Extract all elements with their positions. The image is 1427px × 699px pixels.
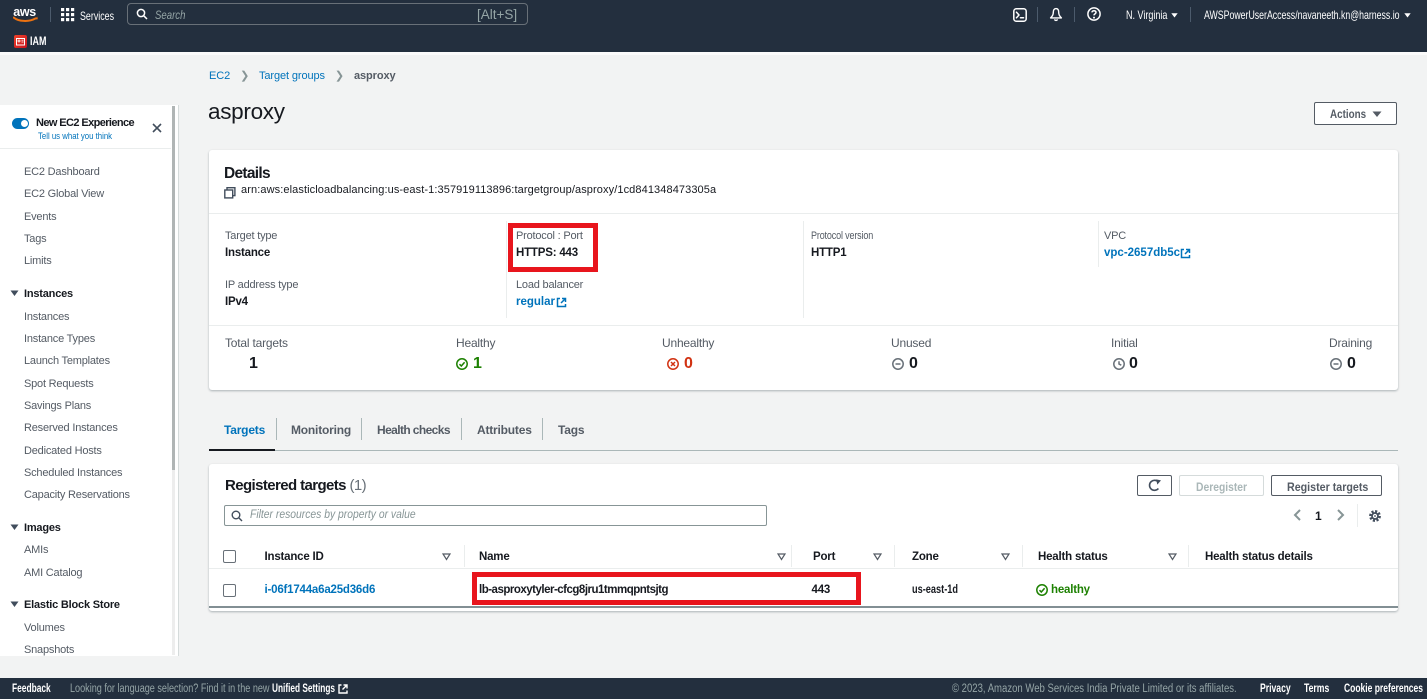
svg-text:aws: aws [13, 5, 36, 19]
